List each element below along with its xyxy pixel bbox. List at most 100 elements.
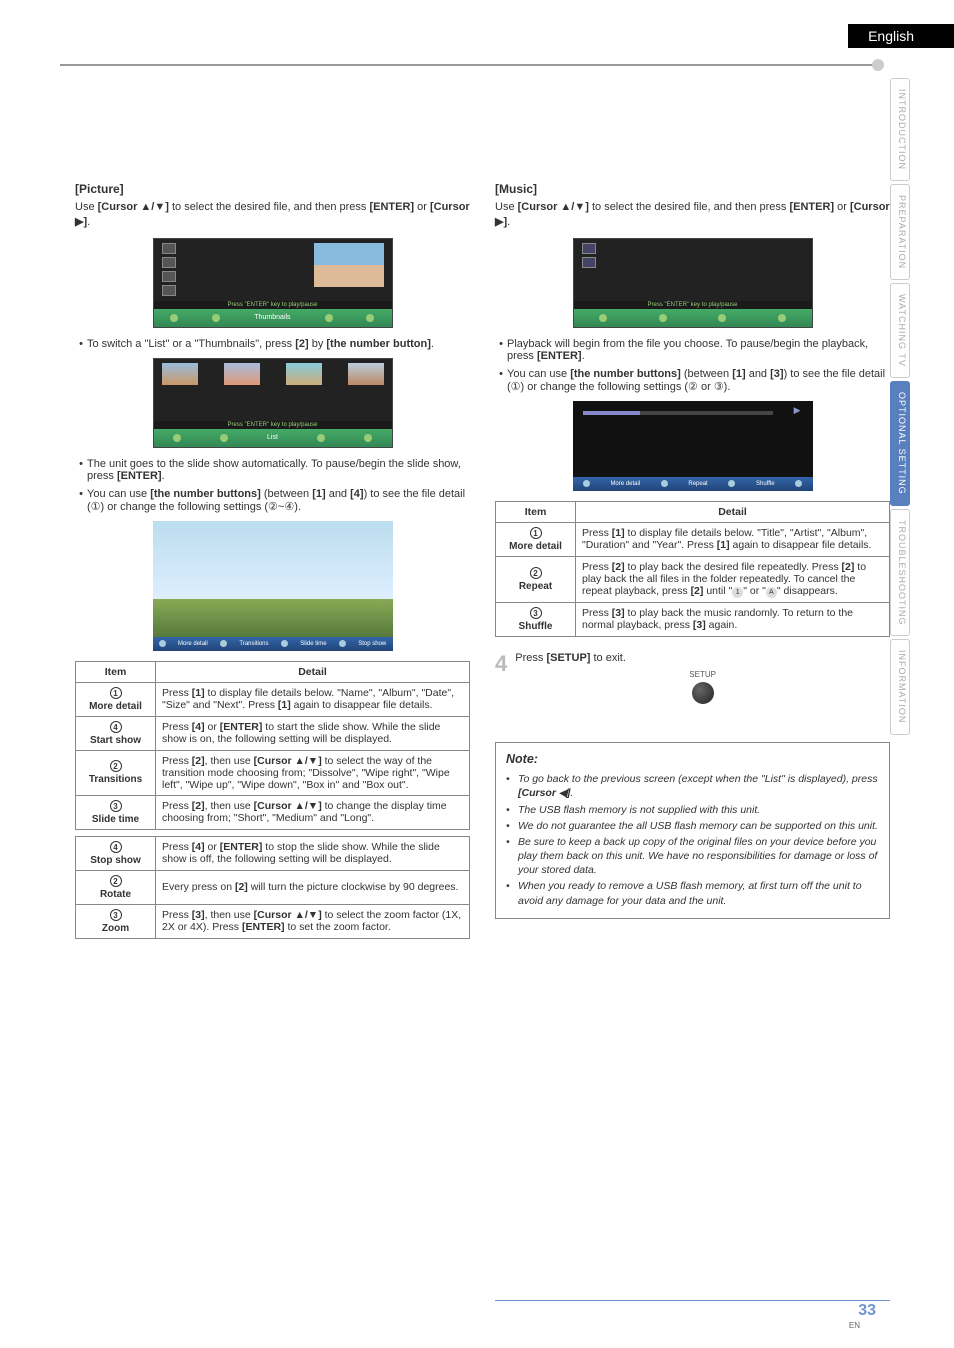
txt: . bbox=[507, 216, 510, 228]
bar-dot bbox=[173, 434, 181, 442]
bar-dot bbox=[220, 640, 227, 647]
setup-button-label: SETUP bbox=[515, 670, 890, 681]
table-header: Item bbox=[496, 501, 576, 522]
bar-dot bbox=[728, 480, 735, 487]
txt: or bbox=[834, 201, 850, 213]
header-rule bbox=[60, 64, 884, 66]
side-tab-preparation[interactable]: PREPARATION bbox=[890, 184, 910, 280]
item-transitions: 2Transitions bbox=[76, 750, 156, 795]
picture-intro: Use [Cursor ▲/▼] to select the desired f… bbox=[75, 200, 470, 230]
txt: or bbox=[414, 201, 430, 213]
item-shuffle: 3Shuffle bbox=[496, 602, 576, 636]
key-4: [4] bbox=[350, 488, 363, 500]
repeat-all-icon: A bbox=[766, 587, 777, 598]
music-playback-screenshot: ▶ More detail Repeat Shuffle bbox=[573, 401, 813, 491]
note-item: •We do not guarantee the all USB flash m… bbox=[506, 819, 879, 833]
cursor-up-down: [Cursor ▲/▼] bbox=[518, 201, 589, 213]
file-icon bbox=[162, 243, 176, 254]
shot-subtext: Press "ENTER" key to play/pause bbox=[574, 301, 812, 309]
side-tab-optional-setting[interactable]: OPTIONAL SETTING bbox=[890, 381, 910, 506]
music-section: [Music] Use [Cursor ▲/▼] to select the d… bbox=[495, 182, 890, 919]
detail-more-detail: Press [1] to display file details below.… bbox=[576, 522, 890, 556]
play-icon: ▶ bbox=[794, 405, 801, 416]
file-icon bbox=[162, 285, 176, 296]
bullet-playback-begin: • Playback will begin from the file you … bbox=[495, 338, 890, 362]
side-tabs: INTRODUCTION PREPARATION WATCHING TV OPT… bbox=[890, 78, 910, 738]
page-footer-rule bbox=[495, 1300, 890, 1302]
bar-label: Shuffle bbox=[756, 481, 775, 487]
txt: You can use bbox=[507, 368, 570, 380]
bullet-switch-list: • To switch a "List" or a "Thumbnails", … bbox=[75, 338, 470, 350]
detail-shuffle: Press [3] to play back the music randoml… bbox=[576, 602, 890, 636]
bar-dot bbox=[159, 640, 166, 647]
txt: Use bbox=[495, 201, 518, 213]
bar-dot bbox=[317, 434, 325, 442]
bar-dot bbox=[325, 314, 333, 322]
txt: (between bbox=[681, 368, 732, 380]
bar-dot bbox=[659, 314, 667, 322]
bar-dot bbox=[718, 314, 726, 322]
picture-title: [Picture] bbox=[75, 182, 470, 196]
side-tab-watching-tv[interactable]: WATCHING TV bbox=[890, 283, 910, 378]
enter-key: [ENTER] bbox=[369, 201, 414, 213]
txt: Press bbox=[515, 652, 546, 664]
enter-key: [ENTER] bbox=[537, 350, 582, 362]
item-stop-show: 4Stop show bbox=[76, 836, 156, 870]
txt: . bbox=[162, 470, 165, 482]
bar-label: Repeat bbox=[688, 481, 707, 487]
setup-key: [SETUP] bbox=[546, 652, 590, 664]
picture-thumbnails-screenshot: Press "ENTER" key to play/pause List bbox=[153, 358, 393, 448]
detail-start-show: Press [4] or [ENTER] to start the slide … bbox=[156, 716, 470, 750]
file-icon bbox=[162, 257, 176, 268]
side-tab-troubleshooting[interactable]: TROUBLESHOOTING bbox=[890, 509, 910, 637]
bar-label: More detail bbox=[610, 481, 640, 487]
picture-table-1: ItemDetail 1More detail Press [1] to dis… bbox=[75, 661, 470, 830]
bar-dot bbox=[795, 480, 802, 487]
page-lang: EN bbox=[849, 1321, 860, 1330]
item-zoom: 3Zoom bbox=[76, 904, 156, 938]
detail-repeat: Press [2] to play back the desired file … bbox=[576, 556, 890, 602]
bar-dot bbox=[778, 314, 786, 322]
key-2: [2] bbox=[295, 338, 308, 350]
side-tab-introduction[interactable]: INTRODUCTION bbox=[890, 78, 910, 181]
thumb-icon bbox=[224, 363, 260, 385]
note-item: •When you ready to remove a USB flash me… bbox=[506, 879, 879, 907]
detail-stop-show: Press [4] or [ENTER] to stop the slide s… bbox=[156, 836, 470, 870]
enter-key: [ENTER] bbox=[117, 470, 162, 482]
file-icon bbox=[162, 271, 176, 282]
music-intro: Use [Cursor ▲/▼] to select the desired f… bbox=[495, 200, 890, 230]
txt: and bbox=[746, 368, 770, 380]
side-tab-information[interactable]: INFORMATION bbox=[890, 639, 910, 734]
progress-bar bbox=[583, 411, 773, 415]
bar-label: More detail bbox=[178, 641, 208, 647]
number-buttons: [the number buttons] bbox=[570, 368, 681, 380]
table-header: Detail bbox=[156, 661, 470, 682]
note-title: Note: bbox=[506, 751, 879, 768]
txt: (between bbox=[261, 488, 312, 500]
picture-table-2: 4Stop show Press [4] or [ENTER] to stop … bbox=[75, 836, 470, 939]
txt: Use bbox=[75, 201, 98, 213]
step-number-4: 4 bbox=[495, 651, 507, 677]
music-file-icon bbox=[582, 243, 596, 254]
detail-more-detail: Press [1] to display file details below.… bbox=[156, 682, 470, 716]
bar-dot bbox=[366, 314, 374, 322]
bar-dot bbox=[220, 434, 228, 442]
key-1: [1] bbox=[312, 488, 325, 500]
picture-section: [Picture] Use [Cursor ▲/▼] to select the… bbox=[75, 182, 470, 945]
detail-slide-time: Press [2], then use [Cursor ▲/▼] to chan… bbox=[156, 795, 470, 829]
header-lang: English bbox=[848, 24, 954, 48]
thumb-icon bbox=[162, 363, 198, 385]
txt: and bbox=[326, 488, 350, 500]
txt: . bbox=[87, 216, 90, 228]
bar-dot bbox=[661, 480, 668, 487]
header-dot bbox=[872, 59, 884, 71]
key-3: [3] bbox=[770, 368, 783, 380]
bar-dot bbox=[339, 640, 346, 647]
txt: to select the desired file, and then pre… bbox=[169, 201, 370, 213]
step-4-row: 4 Press [SETUP] to exit. SETUP bbox=[495, 651, 890, 713]
txt: to select the desired file, and then pre… bbox=[589, 201, 790, 213]
item-more-detail: 1More detail bbox=[76, 682, 156, 716]
bar-dot bbox=[364, 434, 372, 442]
note-item: •The USB flash memory is not supplied wi… bbox=[506, 803, 879, 817]
music-list-screenshot: Press "ENTER" key to play/pause bbox=[573, 238, 813, 328]
